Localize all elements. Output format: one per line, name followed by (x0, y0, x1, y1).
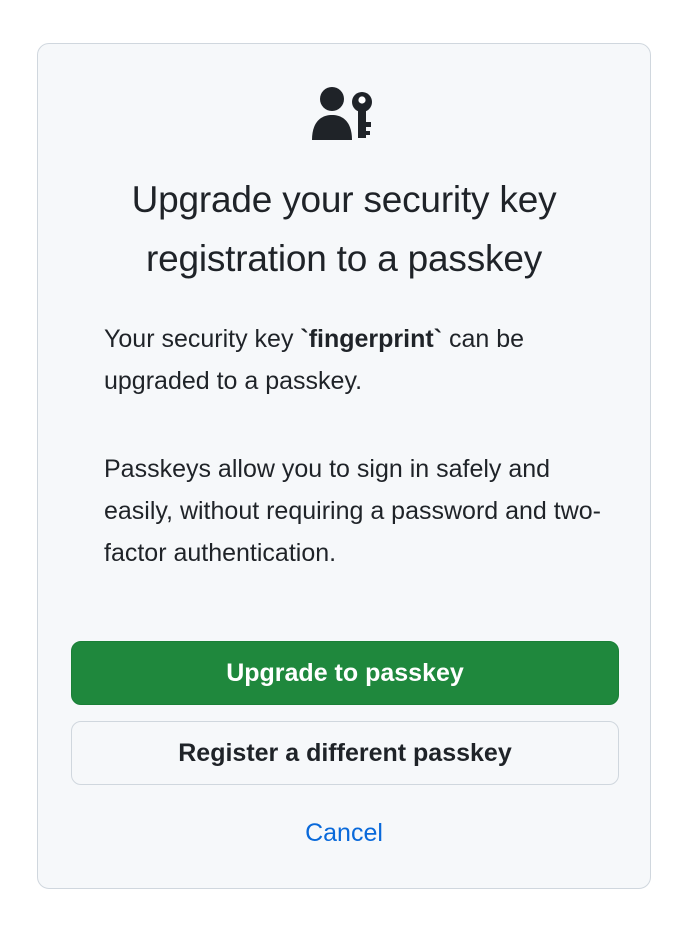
passkey-upgrade-card: Upgrade your security key registration t… (37, 43, 651, 889)
register-different-passkey-button[interactable]: Register a different passkey (71, 721, 619, 785)
security-key-name: `fingerprint` (300, 325, 443, 353)
upgrade-to-passkey-button[interactable]: Upgrade to passkey (71, 641, 619, 705)
key-upgrade-message: Your security key `fingerprint` can be u… (104, 318, 610, 402)
passkey-person-key-icon (312, 87, 372, 140)
passkey-icon-container (38, 86, 650, 142)
cancel-link[interactable]: Cancel (38, 819, 650, 848)
message-prefix: Your security key (104, 325, 301, 353)
dialog-title: Upgrade your security key registration t… (131, 179, 557, 279)
passkey-description: Passkeys allow you to sign in safely and… (104, 455, 602, 567)
